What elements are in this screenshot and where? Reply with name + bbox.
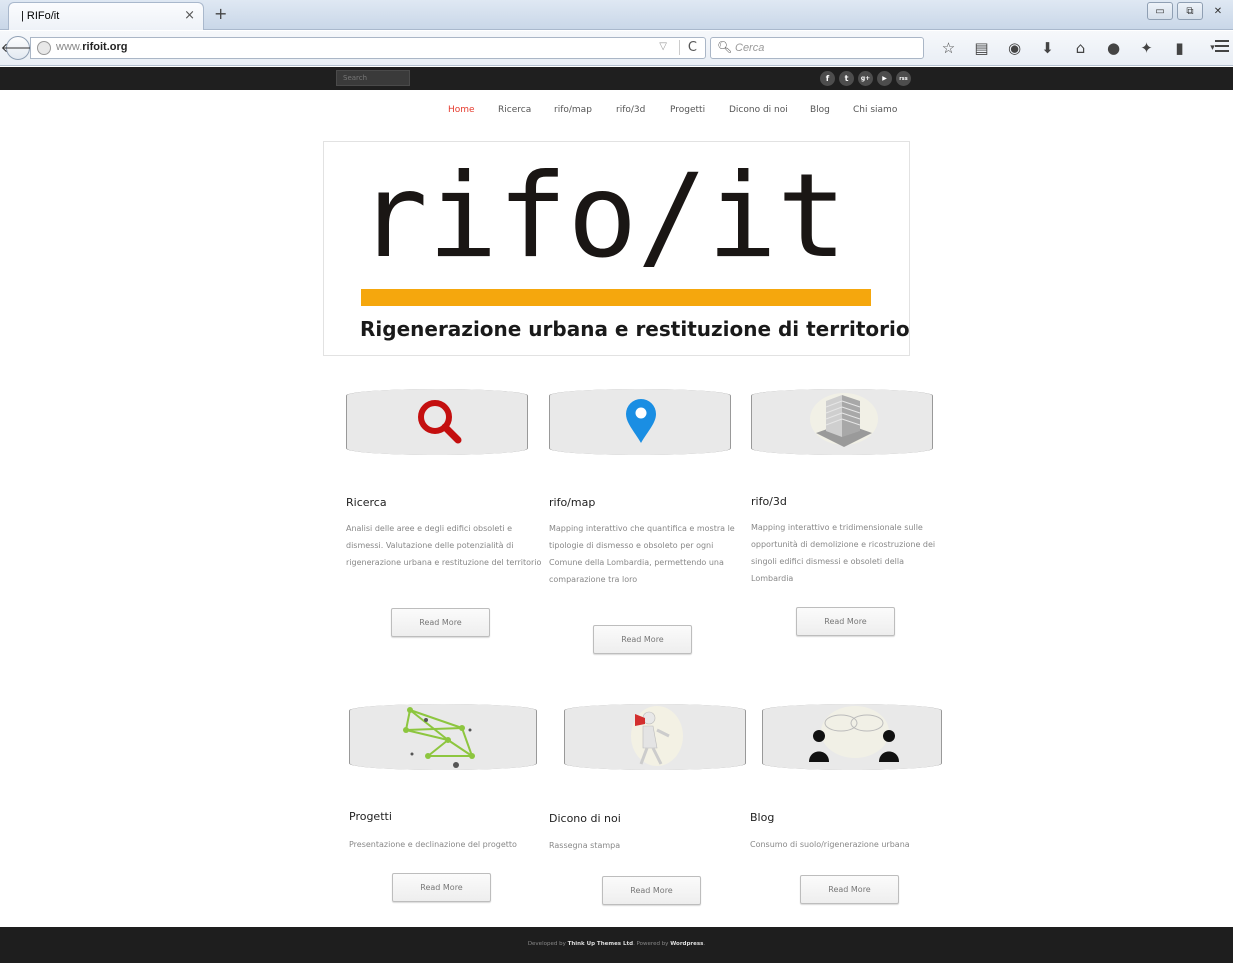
nav-rifo-map[interactable]: rifo/map [554, 105, 592, 115]
theme-author-link[interactable]: Think Up Themes Ltd [568, 941, 633, 947]
card-image[interactable] [762, 704, 942, 770]
search-placeholder: Cerca [735, 42, 765, 54]
restore-button[interactable]: ⧉ [1177, 2, 1203, 20]
card-image[interactable] [751, 389, 933, 455]
card-title[interactable]: Dicono di noi [549, 812, 621, 825]
nav-home[interactable]: Home [448, 105, 475, 115]
map-pin-icon [626, 399, 656, 443]
read-more-button[interactable]: Read More [593, 625, 692, 654]
card-image[interactable] [564, 704, 746, 770]
browser-navbar: 🡐 www.rifoit.org ▽ C 🔍︎ Cerca ☆ ▤ ◉ ⬇ ⌂ … [0, 31, 1233, 66]
site-search-input[interactable]: Search [336, 70, 410, 86]
tab-title: | RIFo/it [21, 10, 60, 22]
address-bar[interactable]: www.rifoit.org ▽ C [30, 37, 706, 59]
building-3d-icon [810, 393, 878, 447]
card-image[interactable] [549, 389, 731, 455]
star-icon[interactable]: ☆ [932, 38, 965, 58]
read-more-button[interactable]: Read More [391, 608, 490, 637]
card-title[interactable]: Ricerca [346, 496, 387, 509]
youtube-icon[interactable]: ▶ [877, 71, 892, 86]
logo-accent-bar [361, 289, 871, 306]
close-window-button[interactable]: ✕ [1207, 2, 1229, 20]
extension-icon[interactable]: ✦ [1130, 38, 1163, 58]
read-more-button[interactable]: Read More [800, 875, 899, 904]
nav-dicono-di-noi[interactable]: Dicono di noi [729, 105, 788, 115]
close-tab-icon[interactable]: × [184, 8, 195, 23]
window-controls: ▭ ⧉ ✕ [1147, 2, 1229, 20]
footer-credits: Developed by Think Up Themes Ltd. Powere… [527, 941, 706, 947]
pocket-icon[interactable]: ◉ [998, 38, 1031, 58]
reload-icon[interactable]: C [678, 40, 697, 55]
google-plus-icon[interactable]: g+ [858, 71, 873, 86]
rss-icon[interactable]: rss [896, 71, 911, 86]
nav-chi-siamo[interactable]: Chi siamo [853, 105, 897, 115]
logo-title: rifo/it [358, 149, 847, 284]
magnifier-icon [418, 400, 462, 444]
reading-list-icon[interactable]: ▤ [965, 38, 998, 58]
globe-icon [37, 41, 51, 55]
nav-rifo-3d[interactable]: rifo/3d [616, 105, 645, 115]
megaphone-icon [631, 706, 683, 766]
card-title[interactable]: Blog [750, 811, 774, 824]
twitter-icon[interactable]: t [839, 71, 854, 86]
history-dropdown-icon[interactable]: ▽ [659, 41, 667, 52]
menu-icon[interactable] [1215, 40, 1229, 55]
back-button[interactable]: 🡐 [1, 36, 35, 60]
social-links: f t g+ ▶ rss [820, 71, 911, 86]
read-more-button[interactable]: Read More [392, 873, 491, 902]
download-icon[interactable]: ⬇ [1031, 38, 1064, 58]
browser-tabbar: | RIFo/it × + ▭ ⧉ ✕ [0, 0, 1233, 30]
read-more-button[interactable]: Read More [602, 876, 701, 905]
card-description: Analisi delle aree e degli edifici obsol… [346, 524, 542, 567]
card-description: Mapping interattivo che quantifica e mos… [549, 524, 735, 584]
conversation-icon [809, 706, 899, 762]
card-image[interactable] [349, 704, 537, 770]
url-text: www.rifoit.org [56, 41, 128, 53]
card-title[interactable]: rifo/map [549, 496, 595, 509]
site-topbar: Search f t g+ ▶ rss [0, 67, 1233, 90]
network-icon [403, 707, 475, 768]
search-icon: 🔍︎ [717, 40, 733, 54]
browser-search-input[interactable]: 🔍︎ Cerca [710, 37, 924, 59]
nav-progetti[interactable]: Progetti [670, 105, 705, 115]
card-title[interactable]: Progetti [349, 810, 392, 823]
facebook-icon[interactable]: f [820, 71, 835, 86]
logo-subtitle: Rigenerazione urbana e restituzione di t… [360, 317, 910, 341]
nav-blog[interactable]: Blog [810, 105, 830, 115]
home-icon[interactable]: ⌂ [1064, 38, 1097, 58]
wordpress-link[interactable]: Wordpress [670, 941, 703, 947]
card-description: Mapping interattivo e tridimensionale su… [751, 523, 936, 583]
minimize-button[interactable]: ▭ [1147, 2, 1173, 20]
browser-tab[interactable]: | RIFo/it × [8, 2, 204, 30]
new-tab-button[interactable]: + [214, 4, 227, 23]
site-logo[interactable]: rifo/it Rigenerazione urbana e restituzi… [323, 141, 910, 356]
nav-ricerca[interactable]: Ricerca [498, 105, 531, 115]
chat-icon[interactable]: ● [1097, 38, 1130, 58]
card-image[interactable] [346, 389, 528, 455]
clipboard-icon[interactable]: ▮ [1163, 38, 1196, 58]
toolbar-icons: ☆ ▤ ◉ ⬇ ⌂ ● ✦ ▮ ▾ [932, 38, 1229, 58]
card-description: Presentazione e declinazione del progett… [349, 840, 517, 849]
read-more-button[interactable]: Read More [796, 607, 895, 636]
card-description: Consumo di suolo/rigenerazione urbana [750, 840, 910, 849]
card-title[interactable]: rifo/3d [751, 495, 787, 508]
card-description: Rassegna stampa [549, 841, 621, 850]
main-nav: Home Ricerca rifo/map rifo/3d Progetti D… [0, 105, 1233, 119]
site-footer: Developed by Think Up Themes Ltd. Powere… [0, 927, 1233, 963]
